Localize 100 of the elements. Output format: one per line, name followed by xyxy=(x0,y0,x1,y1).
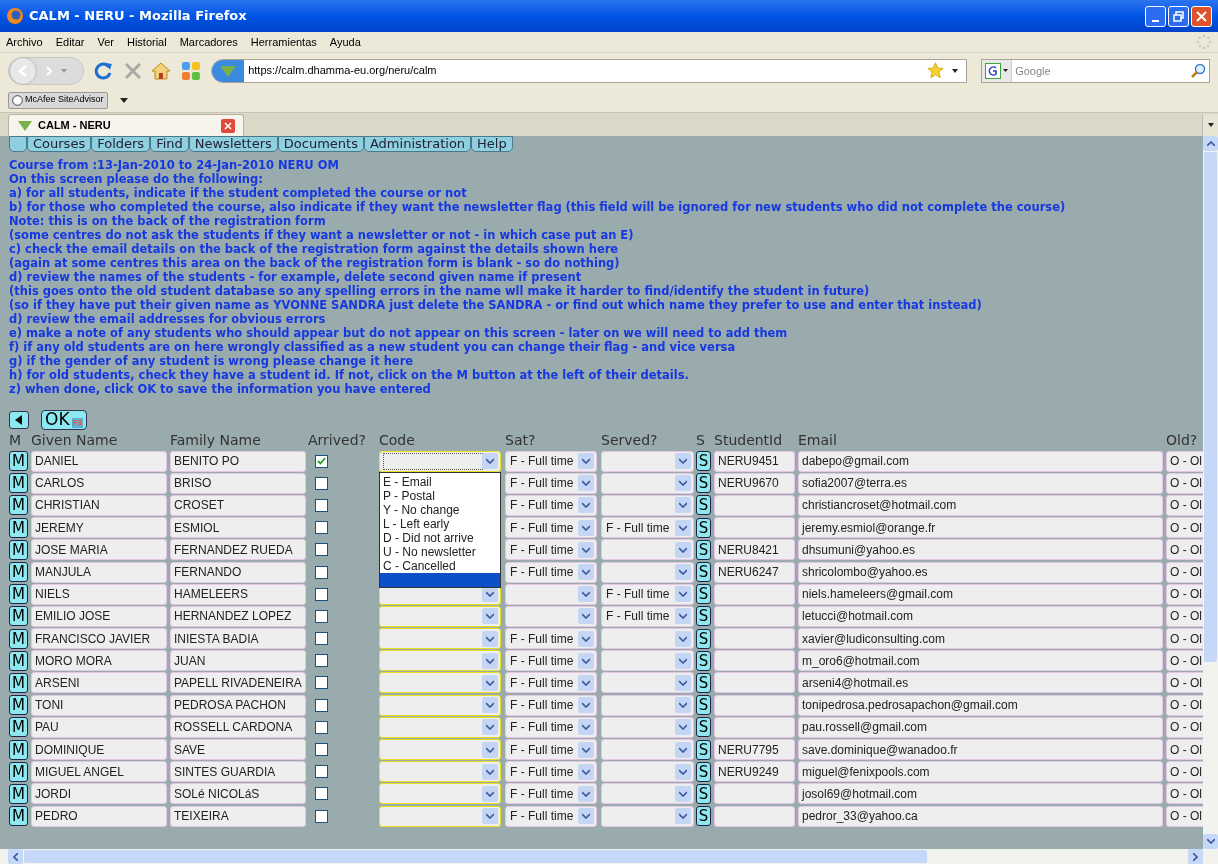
dropdown-option[interactable]: C - Cancelled xyxy=(380,558,500,573)
m-button[interactable]: M xyxy=(9,628,28,649)
old-select[interactable]: O - Ol xyxy=(1166,605,1203,627)
given-name-field[interactable]: MIGUEL ANGEL xyxy=(31,761,167,783)
s-button[interactable]: S xyxy=(696,517,711,538)
dropdown-option[interactable]: D - Did not arrive xyxy=(380,530,500,545)
menu-item[interactable]: Editar xyxy=(55,33,85,51)
m-button[interactable]: M xyxy=(9,650,28,671)
menu-item[interactable]: Herramientas xyxy=(250,33,317,51)
dropdown-option[interactable]: E - Email xyxy=(380,474,500,489)
menu-item[interactable]: Ver xyxy=(97,33,114,51)
family-name-field[interactable]: HERNANDEZ LOPEZ xyxy=(170,605,306,627)
given-name-field[interactable]: MORO MORA xyxy=(31,650,167,672)
given-name-field[interactable]: JEREMY xyxy=(31,517,167,539)
old-select[interactable]: O - Ol xyxy=(1166,783,1203,805)
family-name-field[interactable]: PAPELL RIVADENEIRA xyxy=(170,672,306,694)
family-name-field[interactable]: ESMIOL xyxy=(170,517,306,539)
email-field[interactable]: tonipedrosa.pedrosapachon@gmail.com xyxy=(798,694,1163,716)
m-button[interactable]: M xyxy=(9,584,28,605)
served-select[interactable]: F - Full time xyxy=(601,517,694,539)
m-button[interactable]: M xyxy=(9,672,28,693)
m-button[interactable]: M xyxy=(9,806,28,827)
family-name-field[interactable]: HAMELEERS xyxy=(170,583,306,605)
old-select[interactable]: O - Ol xyxy=(1166,694,1203,716)
s-button[interactable]: S xyxy=(696,584,711,605)
s-button[interactable]: S xyxy=(696,606,711,627)
search-field[interactable]: Google xyxy=(1012,59,1190,82)
s-button[interactable]: S xyxy=(696,473,711,494)
m-button[interactable]: M xyxy=(9,739,28,760)
browser-tab[interactable]: CALM - NERU xyxy=(8,114,244,136)
s-button[interactable]: S xyxy=(696,650,711,671)
m-button[interactable]: M xyxy=(9,606,28,627)
sat-select[interactable]: F - Full time xyxy=(505,672,597,694)
email-field[interactable]: m_oro6@hotmail.com xyxy=(798,650,1163,672)
s-button[interactable]: S xyxy=(696,451,711,472)
email-field[interactable]: shricolombo@yahoo.es xyxy=(798,561,1163,583)
family-name-field[interactable]: SINTES GUARDIA xyxy=(170,761,306,783)
sat-select[interactable]: F - Full time xyxy=(505,472,597,494)
old-select[interactable]: O - Ol xyxy=(1166,539,1203,561)
nav-tab[interactable]: Documents xyxy=(277,136,364,152)
nav-tab[interactable]: Administration xyxy=(363,136,472,152)
family-name-field[interactable]: CROSET xyxy=(170,494,306,516)
family-name-field[interactable]: FERNANDO xyxy=(170,561,306,583)
old-select[interactable]: O - Ol xyxy=(1166,628,1203,650)
old-select[interactable]: O - Ol xyxy=(1166,583,1203,605)
family-name-field[interactable]: PEDROSA PACHON xyxy=(170,694,306,716)
nav-tab[interactable]: Newsletters xyxy=(188,136,278,152)
old-select[interactable]: O - Ol xyxy=(1166,650,1203,672)
given-name-field[interactable]: NIELS xyxy=(31,583,167,605)
old-select[interactable]: O - Ol xyxy=(1166,517,1203,539)
address-bar[interactable]: https://calm.dhamma-eu.org/neru/calm xyxy=(211,58,968,83)
email-field[interactable]: pedror_33@yahoo.ca xyxy=(798,805,1163,827)
nav-tab[interactable]: Folders xyxy=(91,136,151,152)
student-id-field[interactable]: NERU6247 xyxy=(714,561,795,583)
m-button[interactable]: M xyxy=(9,473,28,494)
given-name-field[interactable]: DANIEL xyxy=(31,450,167,472)
sat-select[interactable]: F - Full time xyxy=(505,650,597,672)
student-id-field[interactable]: NERU9451 xyxy=(714,450,795,472)
s-button[interactable]: S xyxy=(696,539,711,560)
sat-select[interactable]: F - Full time xyxy=(505,694,597,716)
email-field[interactable]: pau.rossell@gmail.com xyxy=(798,716,1163,738)
email-field[interactable]: sofia2007@terra.es xyxy=(798,472,1163,494)
dropdown-option[interactable]: U - No newsletter xyxy=(380,544,500,559)
email-field[interactable]: xavier@ludiconsulting.com xyxy=(798,628,1163,650)
served-select[interactable]: F - Full time xyxy=(601,605,694,627)
family-name-field[interactable]: BRISO xyxy=(170,472,306,494)
given-name-field[interactable]: DOMINIQUE xyxy=(31,739,167,761)
s-button[interactable]: S xyxy=(696,628,711,649)
s-button[interactable]: S xyxy=(696,717,711,738)
sat-select[interactable]: F - Full time xyxy=(505,783,597,805)
sat-select[interactable]: F - Full time xyxy=(505,716,597,738)
siteadvisor-button[interactable]: McAfee SiteAdvisor xyxy=(8,91,108,109)
family-name-field[interactable]: SAVE xyxy=(170,739,306,761)
old-select[interactable]: O - Ol xyxy=(1166,761,1203,783)
student-id-field[interactable]: NERU8421 xyxy=(714,539,795,561)
served-select[interactable]: F - Full time xyxy=(601,583,694,605)
sat-select[interactable]: F - Full time xyxy=(505,494,597,516)
menu-item[interactable]: Archivo xyxy=(6,33,43,51)
nav-tab[interactable]: Help xyxy=(471,136,513,152)
given-name-field[interactable]: PAU xyxy=(31,716,167,738)
given-name-field[interactable]: TONI xyxy=(31,694,167,716)
email-field[interactable]: save.dominique@wanadoo.fr xyxy=(798,739,1163,761)
family-name-field[interactable]: TEIXEIRA xyxy=(170,805,306,827)
s-button[interactable]: S xyxy=(696,495,711,516)
nav-tab[interactable]: Courses xyxy=(27,136,92,152)
family-name-field[interactable]: ROSSELL CARDONA xyxy=(170,716,306,738)
given-name-field[interactable]: MANJULA xyxy=(31,561,167,583)
m-button[interactable]: M xyxy=(9,761,28,782)
email-field[interactable]: niels.hameleers@gmail.com xyxy=(798,583,1163,605)
m-button[interactable]: M xyxy=(9,495,28,516)
old-select[interactable]: O - Ol xyxy=(1166,716,1203,738)
m-button[interactable]: M xyxy=(9,562,28,583)
sat-select[interactable]: F - Full time xyxy=(505,539,597,561)
family-name-field[interactable]: JUAN xyxy=(170,650,306,672)
email-field[interactable]: miguel@fenixpools.com xyxy=(798,761,1163,783)
s-button[interactable]: S xyxy=(696,695,711,716)
student-id-field[interactable]: NERU7795 xyxy=(714,739,795,761)
sat-select[interactable]: F - Full time xyxy=(505,628,597,650)
email-field[interactable]: dabepo@gmail.com xyxy=(798,450,1163,472)
email-field[interactable]: arseni4@hotmail.es xyxy=(798,672,1163,694)
